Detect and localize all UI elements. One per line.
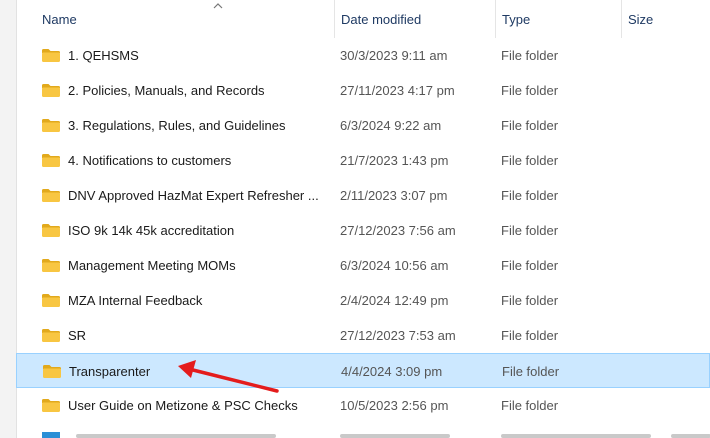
file-type: File folder: [501, 398, 559, 413]
date-modified: 27/12/2023 7:53 am: [340, 328, 456, 343]
file-name: 2. Policies, Manuals, and Records: [42, 73, 342, 108]
list-item[interactable]: DNV Approved HazMat Expert Refresher ...…: [16, 178, 710, 213]
file-name: MZA Internal Feedback: [42, 283, 342, 318]
file-name: 4. Notifications to customers: [42, 143, 342, 178]
column-header-type[interactable]: Type: [496, 0, 621, 38]
partial-name-text: [76, 434, 276, 438]
date-modified: 6/3/2024 9:22 am: [340, 118, 442, 133]
file-name: SR: [42, 318, 342, 353]
list-item-partially-visible[interactable]: [16, 423, 710, 438]
navigation-pane-edge: [0, 0, 17, 438]
file-type: File folder: [501, 328, 559, 343]
list-item-selected[interactable]: Transparenter 4/4/2024 3:09 pm File folder: [16, 353, 710, 388]
file-type: File folder: [501, 153, 559, 168]
file-type: File folder: [501, 48, 559, 63]
file-type: File folder: [501, 83, 559, 98]
list-item[interactable]: 2. Policies, Manuals, and Records 27/11/2…: [16, 73, 710, 108]
document-icon: [42, 432, 60, 438]
column-header-type-label: Type: [502, 11, 531, 27]
file-name: 3. Regulations, Rules, and Guidelines: [42, 108, 342, 143]
list-item[interactable]: MZA Internal Feedback 2/4/2024 12:49 pm Fi…: [16, 283, 710, 318]
file-list: 1. QEHSMS 30/3/2023 9:11 am File folder 2. …: [16, 38, 710, 423]
column-header-size[interactable]: Size: [622, 0, 710, 38]
file-type: File folder: [501, 258, 559, 273]
date-modified: 27/11/2023 4:17 pm: [340, 83, 455, 98]
file-name: Transparenter: [43, 354, 343, 389]
column-header-name[interactable]: Name: [16, 0, 334, 38]
file-name-label: User Guide on Metizone & PSC Checks: [68, 398, 298, 413]
list-item[interactable]: SR 27/12/2023 7:53 am File folder: [16, 318, 710, 353]
list-item[interactable]: 4. Notifications to customers 21/7/2023 1…: [16, 143, 710, 178]
column-header-date-label: Date modified: [341, 11, 422, 27]
date-modified: 21/7/2023 1:43 pm: [340, 153, 449, 168]
date-modified: 4/4/2024 3:09 pm: [341, 364, 443, 379]
file-name-label: DNV Approved HazMat Expert Refresher ...: [68, 188, 319, 203]
file-type: File folder: [501, 188, 559, 203]
file-name-label: MZA Internal Feedback: [68, 293, 203, 308]
file-type: File folder: [501, 293, 559, 308]
date-modified: 27/12/2023 7:56 am: [340, 223, 456, 238]
file-name-label: 3. Regulations, Rules, and Guidelines: [68, 118, 286, 133]
file-name-label: Transparenter: [69, 364, 151, 379]
file-name: Management Meeting MOMs: [42, 248, 342, 283]
partial-size-text: [671, 434, 710, 438]
file-type: File folder: [501, 118, 559, 133]
date-modified: 6/3/2024 10:56 am: [340, 258, 449, 273]
column-header-bar: Name Date modified Type Size: [16, 0, 710, 38]
date-modified: 30/3/2023 9:11 am: [340, 48, 448, 63]
file-name-label: SR: [68, 328, 87, 343]
file-name: User Guide on Metizone & PSC Checks: [42, 388, 342, 423]
file-name-label: ISO 9k 14k 45k accreditation: [68, 223, 235, 238]
file-name: 1. QEHSMS: [42, 38, 342, 73]
date-modified: 2/4/2024 12:49 pm: [340, 293, 449, 308]
partial-type-text: [501, 434, 651, 438]
file-name: ISO 9k 14k 45k accreditation: [42, 213, 342, 248]
file-name-label: Management Meeting MOMs: [68, 258, 236, 273]
file-type: File folder: [501, 223, 559, 238]
list-item[interactable]: ISO 9k 14k 45k accreditation 27/12/2023 7…: [16, 213, 710, 248]
partial-date-text: [340, 434, 450, 438]
column-header-name-label: Name: [42, 11, 77, 27]
file-name-label: 4. Notifications to customers: [68, 153, 232, 168]
file-name: DNV Approved HazMat Expert Refresher ...: [42, 178, 342, 213]
column-header-date-modified[interactable]: Date modified: [335, 0, 495, 38]
date-modified: 10/5/2023 2:56 pm: [340, 398, 449, 413]
file-name-label: 1. QEHSMS: [68, 48, 139, 63]
list-item[interactable]: 3. Regulations, Rules, and Guidelines 6/3…: [16, 108, 710, 143]
list-item[interactable]: User Guide on Metizone & PSC Checks 10/5/…: [16, 388, 710, 423]
file-type: File folder: [502, 364, 560, 379]
file-name-label: 2. Policies, Manuals, and Records: [68, 83, 265, 98]
date-modified: 2/11/2023 3:07 pm: [340, 188, 448, 203]
column-header-size-label: Size: [628, 11, 654, 27]
list-item[interactable]: Management Meeting MOMs 6/3/2024 10:56 am…: [16, 248, 710, 283]
list-item[interactable]: 1. QEHSMS 30/3/2023 9:11 am File folder: [16, 38, 710, 73]
